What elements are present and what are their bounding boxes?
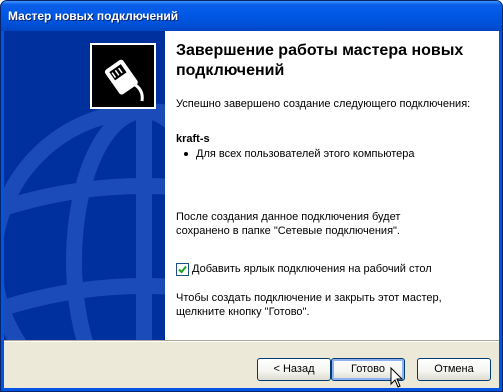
mouse-pointer-icon: [390, 367, 404, 388]
wizard-window: Мастер новых подключений Завершение рабо…: [0, 0, 503, 392]
finish-instructions: Чтобы создать подключение и закрыть этот…: [176, 292, 442, 318]
network-cable-icon: [90, 43, 156, 109]
shortcut-checkbox-label[interactable]: Добавить ярлык подключения на рабочий ст…: [192, 263, 432, 275]
wizard-content: Завершение работы мастера новых подключе…: [165, 31, 499, 340]
bullet-icon: [184, 152, 188, 157]
page-title: Завершение работы мастера новых подключе…: [176, 42, 464, 79]
cancel-button[interactable]: Отмена: [417, 358, 491, 381]
saved-text: После создания данное подключения будет …: [176, 211, 401, 237]
button-separator: [4, 340, 499, 342]
window-title: Мастер новых подключений: [8, 9, 179, 23]
wizard-client-area: Завершение работы мастера новых подключе…: [4, 31, 499, 388]
wizard-side-panel: [4, 31, 165, 340]
connection-detail-item: Для всех пользователей этого компьютера: [184, 148, 414, 160]
checkmark-icon: [178, 265, 187, 274]
success-text: Успешно завершено создание следующего по…: [176, 98, 471, 110]
shortcut-checkbox[interactable]: [176, 263, 189, 276]
connection-name: kraft-s: [176, 133, 210, 145]
connection-detail: Для всех пользователей этого компьютера: [196, 148, 415, 160]
back-button[interactable]: < Назад: [257, 358, 331, 381]
title-bar[interactable]: Мастер новых подключений: [1, 1, 502, 31]
